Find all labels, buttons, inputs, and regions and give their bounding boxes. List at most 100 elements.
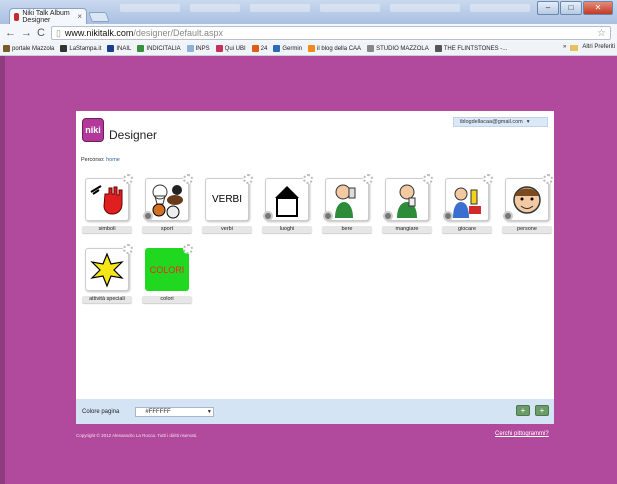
chevron-down-icon: ▾ [526, 119, 530, 125]
category-tile-persone[interactable]: persone [502, 174, 553, 233]
tile-label: luoghi [262, 226, 312, 233]
bookmark-label: Qui UBI [224, 45, 246, 52]
bookmark-label: INAIL [116, 45, 132, 52]
color-label: Colore pagina [82, 408, 120, 415]
secondary-gear-icon[interactable] [443, 211, 453, 221]
tile-label: verbi [202, 226, 252, 233]
page-icon: ▯ [55, 27, 61, 38]
tile-label: mangiare [382, 226, 432, 233]
bookmark-item[interactable]: STUDIO MAZZOLA [367, 45, 429, 52]
url-path: /designer/Default.aspx [133, 28, 223, 38]
settings-gear-icon[interactable] [123, 174, 133, 184]
settings-gear-icon[interactable] [123, 244, 133, 254]
bookmark-star-icon[interactable]: ☆ [597, 28, 606, 39]
bookmark-label: INPS [195, 45, 210, 52]
settings-gear-icon[interactable] [183, 174, 193, 184]
bookmark-favicon-icon [308, 45, 316, 52]
user-account-dropdown[interactable]: iblogdellacaa@gmail.com ▾ [453, 117, 548, 127]
bookmark-favicon-icon [60, 45, 68, 52]
category-tile-luoghi[interactable]: luoghi [262, 174, 313, 233]
secondary-gear-icon[interactable] [503, 211, 513, 221]
tile-label: giocare [442, 226, 492, 233]
add-page-button[interactable]: + [516, 405, 530, 416]
reload-icon[interactable]: C [37, 27, 45, 39]
bookmarks-more-button[interactable]: » [563, 44, 566, 51]
settings-gear-icon[interactable] [183, 244, 193, 254]
blurred-tab [120, 4, 180, 12]
category-tile-verbi[interactable]: VERBI verbi [202, 174, 253, 233]
secondary-gear-icon[interactable] [323, 211, 333, 221]
tab-close-icon[interactable]: × [77, 12, 82, 21]
minimize-button[interactable]: – [537, 1, 559, 15]
bookmark-favicon-icon [215, 45, 223, 52]
settings-gear-icon[interactable] [363, 174, 373, 184]
browser-tab-active[interactable]: Niki Talk Album Designer × [9, 8, 87, 24]
niki-logo[interactable]: niki [82, 118, 104, 142]
bookmark-item[interactable]: 24 [251, 45, 268, 52]
bookmark-label: il blog della CAA [317, 45, 362, 52]
bookmark-item[interactable]: INAIL [107, 45, 131, 52]
bookmark-item[interactable]: THE FLINTSTONES -... [434, 45, 507, 52]
user-email: iblogdellacaa@gmail.com [460, 119, 523, 125]
url-host: www.nikitalk.com [64, 28, 134, 38]
back-arrow-icon[interactable]: ← [5, 27, 16, 39]
tile-label: attività speciali [82, 296, 132, 303]
left-frame-edge [0, 56, 5, 484]
bookmark-item[interactable]: INPS [186, 45, 210, 52]
designer-panel: niki Designer iblogdellacaa@gmail.com ▾ … [76, 111, 554, 424]
category-tile-colori[interactable]: COLORI colori [142, 244, 193, 303]
colori-picture-text: COLORI [149, 264, 185, 275]
category-tile-simboli[interactable]: simboli [82, 174, 133, 233]
bookmark-label: STUDIO MAZZOLA [376, 45, 429, 52]
bookmark-item[interactable]: Germin [273, 45, 302, 52]
bookmarks-bar: portale Mazzola LaStampa.it INAIL INDICITAL… [0, 42, 617, 56]
settings-gear-icon[interactable] [243, 174, 253, 184]
breadcrumb-home-link[interactable]: home [106, 157, 120, 163]
star-burst-icon [85, 248, 129, 291]
other-bookmarks-folder[interactable]: Altri Preferiti [582, 44, 615, 51]
copyright-text: Copyright © 2012 Alessandro La Rocca. Tu… [76, 433, 198, 438]
bookmark-label: portale Mazzola [12, 45, 55, 52]
bookmark-favicon-icon [367, 45, 375, 52]
category-tile-attivita-speciali[interactable]: attività speciali [82, 244, 133, 303]
tile-label: persone [502, 226, 552, 233]
blurred-tab [320, 4, 380, 12]
folder-icon [570, 45, 579, 51]
category-tile-giocare[interactable]: giocare [442, 174, 493, 233]
hand-symbol-icon [85, 178, 129, 221]
tile-label: sport [142, 226, 192, 233]
category-tile-bere[interactable]: bere [322, 174, 373, 233]
tile-label: simboli [82, 226, 132, 233]
search-pictograms-link[interactable]: Cerchi pittogrammi? [495, 431, 549, 437]
category-tile-sport[interactable]: sport [142, 174, 193, 233]
settings-gear-icon[interactable] [483, 174, 493, 184]
secondary-gear-icon[interactable] [383, 211, 393, 221]
bookmark-item[interactable]: Qui UBI [215, 45, 246, 52]
new-tab-button[interactable] [88, 12, 110, 22]
chevron-down-icon: ▼ [206, 408, 212, 415]
bookmark-label: 24 [260, 45, 268, 52]
bookmark-item[interactable]: LaStampa.it [60, 45, 101, 52]
page-color-select[interactable]: #FFFFFF ▼ [135, 406, 215, 417]
bookmark-item[interactable]: INDICITALIA [137, 45, 181, 52]
settings-gear-icon[interactable] [543, 174, 553, 184]
secondary-gear-icon[interactable] [263, 211, 273, 221]
add-page-after-button[interactable]: + [535, 405, 549, 416]
bookmark-item[interactable]: il blog della CAA [308, 45, 361, 52]
category-tile-mangiare[interactable]: mangiare [382, 174, 433, 233]
bookmark-favicon-icon [137, 45, 145, 52]
colori-picture: COLORI [145, 248, 189, 291]
bookmark-item[interactable]: portale Mazzola [3, 45, 54, 52]
niki-favicon-icon [14, 12, 20, 21]
tile-label: colori [142, 296, 192, 303]
blurred-tab [190, 4, 240, 12]
settings-gear-icon[interactable] [303, 174, 313, 184]
address-bar[interactable]: ▯ www.nikitalk.com/designer/Default.aspx… [50, 26, 611, 40]
secondary-gear-icon[interactable] [143, 211, 153, 221]
maximize-button[interactable]: □ [560, 1, 582, 15]
bookmark-favicon-icon [3, 45, 10, 52]
settings-gear-icon[interactable] [423, 174, 433, 184]
bookmark-label: Germin [282, 45, 303, 52]
close-window-button[interactable]: ✕ [583, 1, 613, 15]
forward-arrow-icon[interactable]: → [21, 27, 32, 39]
